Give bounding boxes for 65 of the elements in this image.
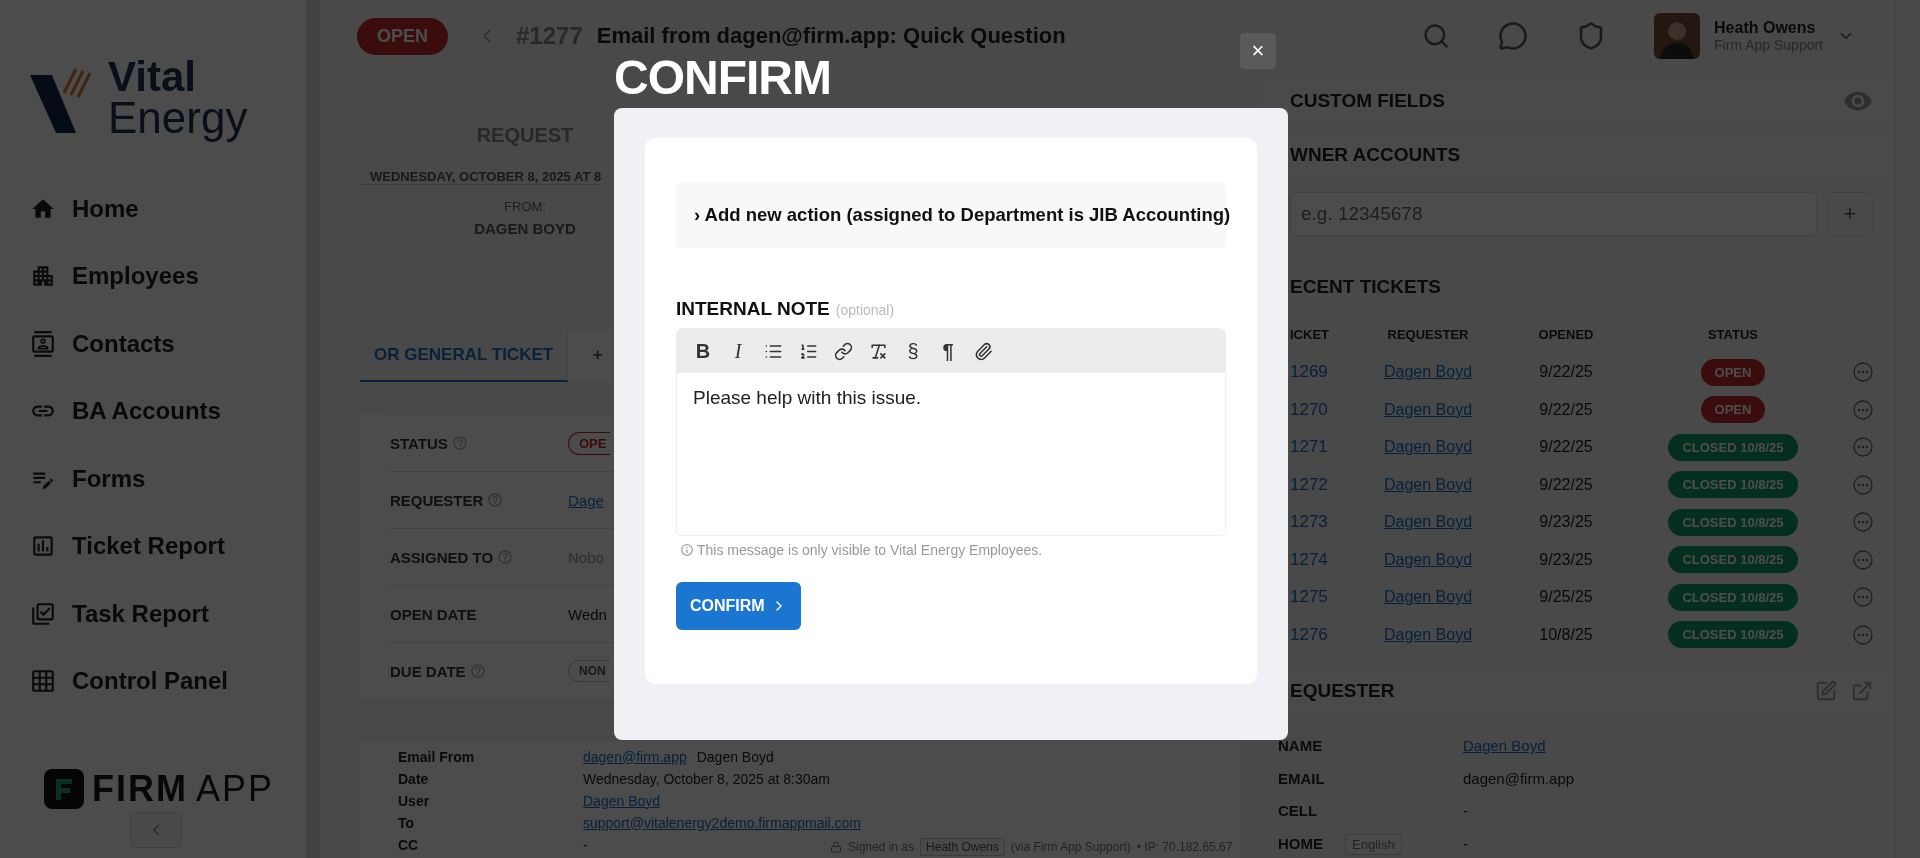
detail-value: - (1463, 802, 1469, 820)
meta-value: Dagen Boyd (696, 748, 774, 765)
note-label: INTERNAL NOTE (676, 298, 830, 320)
opened-date: 10/8/25 (1539, 625, 1593, 644)
field-label: REQUESTER (390, 491, 484, 509)
requester-link[interactable]: Dagen Boyd (1383, 513, 1473, 532)
info-text: This message is only visible to Vital Energy Employees. (697, 542, 1043, 558)
requester-link[interactable]: Dagen Boyd (1383, 625, 1473, 644)
section-title: EQUESTER (1290, 679, 1395, 702)
detail-value: - (1463, 834, 1469, 852)
meta-value: - (583, 836, 588, 853)
field-label: STATUS (390, 434, 448, 452)
meta-label: CC (398, 836, 420, 853)
detail-label: EMAIL (1278, 769, 1325, 787)
requester-link[interactable]: Dagen Boyd (1383, 588, 1473, 607)
requester-link[interactable]: Dagen Boyd (1383, 438, 1473, 457)
meta-label: User (398, 792, 431, 809)
paragraph-button[interactable]: ¶ (936, 338, 960, 364)
requester-link[interactable]: Dagen Boyd (1383, 475, 1473, 494)
detail-label: NAME (1278, 737, 1323, 755)
field-label: ASSIGNED TO (390, 548, 494, 566)
bold-button[interactable]: B (691, 338, 715, 364)
detail-label: CELL (1278, 802, 1318, 820)
opened-date: 9/23/25 (1539, 513, 1593, 532)
opened-date: 9/23/25 (1539, 550, 1593, 569)
meta-label: Email From (398, 748, 476, 765)
column-header: REQUESTER (1387, 327, 1469, 343)
logo-text: Vital (108, 56, 197, 97)
italic-button[interactable]: I (726, 338, 750, 364)
user-name: Heath Owens (1714, 19, 1817, 37)
column-header: OPENED (1538, 327, 1594, 343)
field-label: OPEN DATE (390, 605, 477, 623)
requester-link[interactable]: Dagen Boyd (1383, 400, 1473, 419)
meta-value[interactable]: Dagen Boyd (583, 792, 661, 809)
opened-date: 9/25/25 (1539, 588, 1593, 607)
dialog-title: CONFIRM (614, 54, 831, 102)
info-icon (680, 543, 694, 557)
section-title: ECENT TICKETS (1290, 276, 1442, 299)
field-label: DUE DATE (390, 662, 466, 680)
meta-label: Date (398, 770, 430, 787)
section-title: WNER ACCOUNTS (1290, 144, 1461, 166)
confirm-button[interactable]: CONFIRM (676, 582, 801, 630)
logo-text: FIRM (92, 768, 188, 810)
optional-hint: (optional) (835, 302, 895, 318)
meta-label: To (398, 814, 416, 831)
ticket-title: Email from dagen@firm.app: Quick Question (596, 23, 1066, 49)
detail-value: dagen@firm.app (1463, 769, 1576, 787)
note-editor[interactable]: B I § ¶ Please help with this issue. (676, 328, 1226, 536)
meta-value[interactable]: support@vitalenergy2demo.firmappmail.com (583, 814, 861, 831)
opened-date: 9/22/25 (1539, 475, 1593, 494)
requester-link[interactable]: Dagen Boyd (1383, 550, 1473, 569)
close-button[interactable]: × (1240, 33, 1276, 69)
opened-date: 9/22/25 (1539, 363, 1593, 382)
opened-date: 9/22/25 (1539, 438, 1593, 457)
meta-value: Wednesday, October 8, 2025 at 8:30am (583, 770, 830, 787)
column-header: STATUS (1707, 327, 1759, 343)
opened-date: 9/22/25 (1539, 400, 1593, 419)
field-value: Wedn (568, 605, 607, 623)
requester-link[interactable]: Dagen Boyd (1383, 363, 1473, 382)
detail-label: HOME (1278, 834, 1323, 852)
logo-text: APP (196, 768, 275, 810)
column-header: ICKET (1290, 327, 1329, 343)
meta-value[interactable]: dagen@firm.app (583, 748, 687, 765)
section-button[interactable]: § (901, 338, 925, 364)
section-title: CUSTOM FIELDS (1290, 90, 1445, 112)
